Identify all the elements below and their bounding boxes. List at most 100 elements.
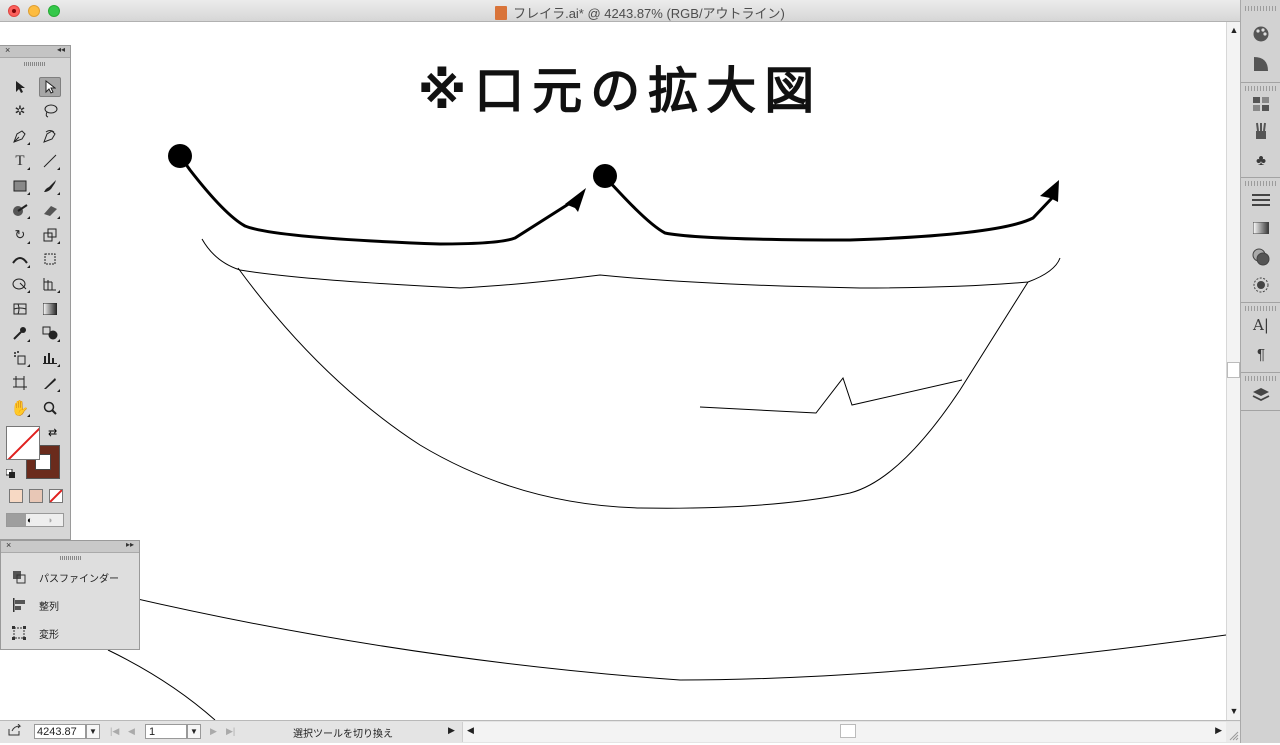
left-arrow-head: [565, 188, 586, 212]
pathfinder-item[interactable]: パスファインダー: [11, 567, 119, 587]
rotate-tool[interactable]: ↻: [9, 225, 31, 245]
align-item[interactable]: 整列: [11, 595, 59, 615]
window-title-text: フレイラ.ai* @ 4243.87% (RGB/アウトライン): [513, 6, 785, 21]
shape-builder-tool[interactable]: [9, 274, 31, 294]
brushes-icon[interactable]: [1249, 121, 1273, 141]
scroll-right-arrow-icon[interactable]: ▶: [1215, 725, 1222, 736]
vertical-scrollbar[interactable]: ▲ ▼: [1226, 22, 1240, 720]
ai-file-icon: [495, 6, 508, 20]
layers-icon[interactable]: [1249, 385, 1273, 405]
document-canvas[interactable]: ※口元の拡大図: [0, 22, 1226, 720]
resize-corner[interactable]: [1226, 722, 1240, 742]
artboard-tool[interactable]: [9, 373, 31, 393]
character-icon[interactable]: A|: [1249, 315, 1273, 335]
transform-item[interactable]: 変形: [11, 623, 59, 643]
close-panel-icon[interactable]: ×: [6, 540, 11, 550]
horizontal-scrollbar[interactable]: ◀ ▶: [462, 722, 1226, 742]
selection-tool[interactable]: [9, 77, 31, 97]
color-guide-icon[interactable]: [1249, 54, 1273, 74]
symbol-sprayer-tool[interactable]: [9, 348, 31, 368]
left-arrow: [178, 154, 580, 246]
zoom-level-field[interactable]: 4243.87: [34, 724, 86, 739]
fill-color-swatch[interactable]: [6, 426, 40, 460]
width-tool[interactable]: [9, 249, 31, 269]
zoom-tool[interactable]: [39, 398, 61, 418]
panel-grip[interactable]: [60, 556, 82, 560]
dock-grip[interactable]: [1245, 86, 1277, 91]
artboard-heading: ※口元の拡大図: [418, 62, 823, 120]
expand-panel-icon[interactable]: ▸▸: [126, 540, 134, 549]
swap-fill-stroke-icon[interactable]: ⇄: [48, 426, 57, 439]
column-graph-tool[interactable]: [39, 348, 61, 368]
draw-inside-button[interactable]: ◑: [47, 515, 52, 525]
tools-grip[interactable]: [24, 62, 46, 66]
pen-tool[interactable]: [9, 126, 31, 146]
artboard-dropdown-icon[interactable]: ▼: [187, 724, 201, 739]
status-menu-icon[interactable]: ▶: [448, 725, 455, 736]
close-panel-icon[interactable]: ×: [5, 45, 10, 55]
gradient-tool[interactable]: [39, 299, 61, 319]
horizontal-scroll-thumb[interactable]: [840, 724, 856, 738]
rectangle-tool[interactable]: [9, 176, 31, 196]
swatches-icon[interactable]: [1249, 94, 1273, 114]
dock-grip[interactable]: [1245, 181, 1277, 186]
magic-wand-tool[interactable]: ✲: [9, 101, 31, 121]
dock-grip[interactable]: [1245, 6, 1277, 11]
draw-behind-button[interactable]: ◐: [27, 515, 32, 525]
transform-icon: [11, 626, 27, 640]
title-bar: フレイラ.ai* @ 4243.87% (RGB/アウトライン): [0, 0, 1280, 22]
previous-artboard-icon[interactable]: ◀: [128, 726, 135, 737]
gradient-mode-button[interactable]: [29, 489, 43, 503]
default-fill-stroke-icon[interactable]: [5, 466, 15, 478]
blend-tool[interactable]: [39, 323, 61, 343]
next-artboard-icon[interactable]: ▶: [210, 726, 217, 737]
none-mode-button[interactable]: [49, 489, 63, 503]
zoom-dropdown-icon[interactable]: ▼: [86, 724, 100, 739]
pathfinder-label: パスファインダー: [39, 573, 119, 585]
hand-tool[interactable]: ✋: [9, 398, 31, 418]
dock-grip[interactable]: [1245, 306, 1277, 311]
tools-panel-header: × ◂◂: [0, 45, 70, 58]
dock-grip[interactable]: [1245, 376, 1277, 381]
left-arrow-start-dot: [168, 144, 192, 168]
eraser-tool[interactable]: [39, 200, 61, 220]
gradient-icon[interactable]: [1249, 218, 1273, 238]
artwork: ※口元の拡大図: [107, 62, 1226, 720]
scale-tool[interactable]: [39, 225, 61, 245]
slice-tool[interactable]: [39, 373, 61, 393]
last-artboard-icon[interactable]: ▶|: [226, 726, 235, 737]
collapse-panel-icon[interactable]: ◂◂: [57, 45, 65, 54]
share-icon[interactable]: [8, 723, 22, 739]
scroll-left-arrow-icon[interactable]: ◀: [467, 725, 474, 736]
transparency-icon[interactable]: [1249, 247, 1273, 267]
vertical-scroll-thumb[interactable]: [1227, 362, 1240, 378]
color-icon[interactable]: [1249, 24, 1273, 44]
right-arrow: [603, 175, 1054, 242]
direct-selection-tool[interactable]: [39, 77, 61, 97]
type-tool[interactable]: T: [9, 151, 31, 171]
mouth-outline: [107, 238, 1226, 720]
mesh-tool[interactable]: [9, 299, 31, 319]
line-segment-tool[interactable]: [39, 151, 61, 171]
scroll-up-arrow-icon[interactable]: ▲: [1229, 25, 1239, 35]
curvature-pen-tool[interactable]: [39, 126, 61, 146]
scroll-down-arrow-icon[interactable]: ▼: [1229, 706, 1239, 716]
status-bar: 4243.87 ▼ |◀ ◀ 1 ▼ ▶ ▶| 選択ツールを切り換え ▶ ◀ ▶: [0, 720, 1240, 743]
symbols-icon[interactable]: ♣: [1249, 150, 1273, 170]
artboard-number-field[interactable]: 1: [145, 724, 187, 739]
paintbrush-tool[interactable]: [39, 176, 61, 196]
transform-label: 変形: [39, 629, 59, 641]
perspective-grid-tool[interactable]: [39, 274, 61, 294]
shaper-tool[interactable]: [9, 200, 31, 220]
draw-normal-button[interactable]: [7, 514, 26, 526]
color-mode-button[interactable]: [9, 489, 23, 503]
free-transform-tool[interactable]: [39, 249, 61, 269]
first-artboard-icon[interactable]: |◀: [110, 726, 119, 737]
window-title: フレイラ.ai* @ 4243.87% (RGB/アウトライン): [0, 3, 1280, 22]
tools-panel: × ◂◂ ✲ T ↻ ✋ ⇄ ◐ ◑: [0, 45, 71, 540]
appearance-icon[interactable]: [1249, 275, 1273, 295]
eyedropper-tool[interactable]: [9, 323, 31, 343]
lasso-tool[interactable]: [39, 101, 61, 121]
stroke-icon[interactable]: [1249, 190, 1273, 210]
paragraph-icon[interactable]: ¶: [1249, 344, 1273, 364]
